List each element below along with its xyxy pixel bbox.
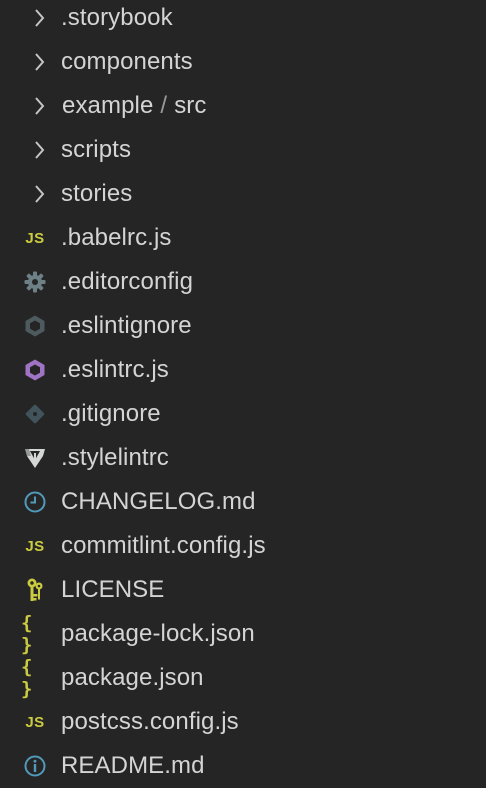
info-icon [21,752,49,780]
chevron-right-icon [25,48,53,76]
folder-label-compact: example / src [62,91,207,121]
folder-item-stories[interactable]: stories [0,172,486,216]
folder-item-storybook[interactable]: .storybook [0,0,486,40]
folder-item-scripts[interactable]: scripts [0,128,486,172]
folder-label: scripts [61,136,132,163]
folder-item-components[interactable]: components [0,40,486,84]
eslint-hexagon-icon [21,356,49,384]
folder-label: stories [61,180,133,207]
file-item-changelog[interactable]: CHANGELOG.md [0,480,486,524]
chevron-right-icon [25,4,53,32]
path-separator: / [160,92,168,119]
file-item-editorconfig[interactable]: .editorconfig [0,260,486,304]
file-label: .babelrc.js [61,224,172,251]
stylelint-icon [21,444,49,472]
file-item-eslintrc[interactable]: .eslintrc.js [0,348,486,392]
folder-label-segment: src [174,92,207,119]
file-item-package-json[interactable]: { } package.json [0,656,486,700]
chevron-right-icon [25,180,53,208]
file-label: .stylelintrc [61,444,169,471]
license-key-icon [21,576,49,604]
json-braces-icon: { } [21,656,32,700]
folder-label: components [61,48,193,75]
folder-label-segment: example [62,92,154,119]
file-item-readme[interactable]: README.md [0,744,486,788]
folder-item-example-src[interactable]: example / src [0,84,486,128]
file-item-gitignore[interactable]: .gitignore [0,392,486,436]
file-label: package-lock.json [61,620,255,647]
file-item-babelrc[interactable]: JS .babelrc.js [0,216,486,260]
file-item-postcss-config[interactable]: JS postcss.config.js [0,700,486,744]
folder-label: .storybook [61,4,173,31]
git-diamond-icon [21,400,49,428]
file-label: .editorconfig [61,268,194,295]
chevron-right-icon [25,92,53,120]
file-label: LICENSE [61,576,165,603]
file-item-stylelintrc[interactable]: .stylelintrc [0,436,486,480]
javascript-icon: JS [25,713,45,731]
clock-icon [21,488,49,516]
gear-icon [21,268,49,296]
javascript-icon: JS [25,229,45,247]
file-item-commitlint-config[interactable]: JS commitlint.config.js [0,524,486,568]
file-item-license[interactable]: LICENSE [0,568,486,612]
file-label: postcss.config.js [61,708,239,735]
file-label: package.json [61,664,204,691]
file-label: .eslintrc.js [61,356,169,383]
json-braces-icon: { } [21,612,32,656]
file-item-eslintignore[interactable]: .eslintignore [0,304,486,348]
eslint-hexagon-icon [21,312,49,340]
file-item-package-lock-json[interactable]: { } package-lock.json [0,612,486,656]
chevron-right-icon [25,136,53,164]
file-label: .gitignore [61,400,161,427]
file-label: .eslintignore [61,312,192,339]
file-label: commitlint.config.js [61,532,266,559]
file-label: README.md [61,752,205,779]
javascript-icon: JS [25,537,45,555]
file-label: CHANGELOG.md [61,488,256,515]
file-explorer-tree: .storybook components example / src script… [0,0,486,788]
